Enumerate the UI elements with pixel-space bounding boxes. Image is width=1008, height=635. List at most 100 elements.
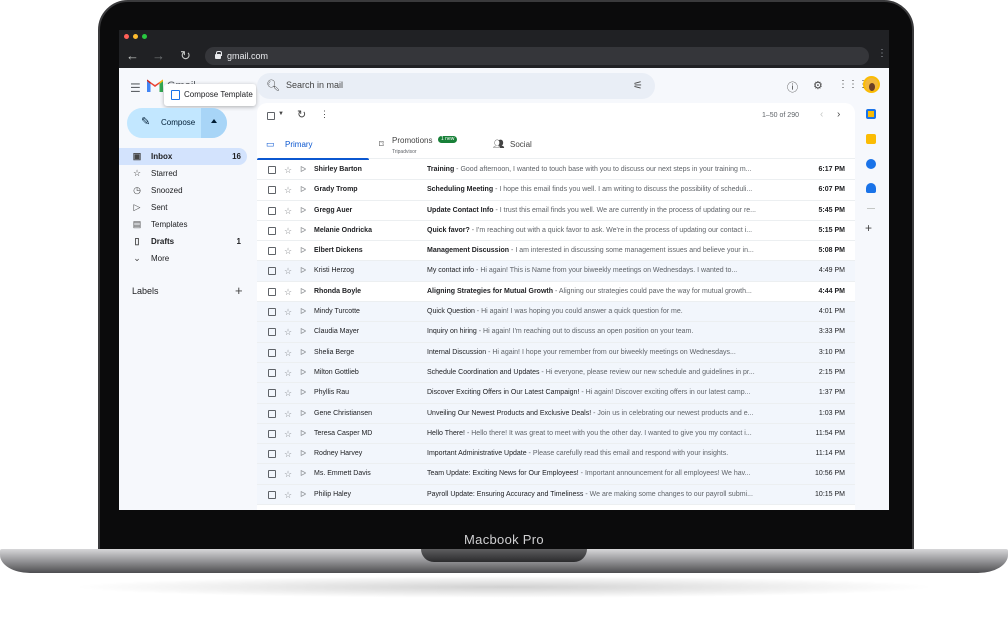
address-bar[interactable]: gmail.com [205, 47, 869, 65]
compose-options-button[interactable] [201, 108, 227, 138]
search-options-icon[interactable]: ⚟ [633, 79, 643, 92]
search-bar[interactable]: 🔍︎ Search in mail ⚟ [257, 73, 655, 99]
browser-menu-icon[interactable]: ⋮ [877, 48, 887, 59]
row-checkbox[interactable] [268, 429, 276, 438]
email-row[interactable]: ☆ ᐅ Teresa Casper MD Hello There! - Hello t… [257, 423, 855, 445]
select-caret-icon[interactable]: ▼ [278, 111, 284, 117]
more-actions-icon[interactable]: ⋮ [320, 109, 329, 120]
star-icon[interactable]: ☆ [284, 404, 292, 424]
row-checkbox[interactable] [268, 348, 276, 357]
gmail-logo-icon[interactable] [147, 79, 163, 92]
previous-page-icon[interactable]: ‹ [820, 109, 823, 120]
star-icon[interactable]: ☆ [284, 241, 292, 261]
sidebar-item-drafts[interactable]: ▯ Drafts 1 [119, 233, 247, 250]
keep-icon[interactable] [866, 134, 876, 144]
row-checkbox[interactable] [268, 206, 276, 215]
minimize-window-button[interactable] [133, 34, 138, 39]
important-marker-icon[interactable]: ᐅ [300, 261, 306, 281]
important-marker-icon[interactable]: ᐅ [300, 221, 306, 241]
tab-primary[interactable]: ▭ Primary [257, 129, 369, 160]
important-marker-icon[interactable]: ᐅ [300, 302, 306, 322]
email-row[interactable]: ☆ ᐅ Gregg Auer Update Contact Info - I trus… [257, 200, 855, 221]
help-icon[interactable]: ⓘ [787, 79, 798, 95]
important-marker-icon[interactable]: ᐅ [300, 180, 306, 200]
important-marker-icon[interactable]: ᐅ [300, 383, 306, 403]
important-marker-icon[interactable]: ᐅ [300, 160, 306, 180]
compose-template-tooltip[interactable]: Compose Template [164, 84, 256, 106]
row-checkbox[interactable] [268, 470, 276, 479]
star-icon[interactable]: ☆ [284, 485, 292, 505]
back-arrow-icon[interactable]: ← [126, 49, 139, 63]
row-checkbox[interactable] [268, 226, 276, 235]
main-menu-icon[interactable]: ☰ [130, 81, 141, 95]
sidebar-item-starred[interactable]: ☆ Starred [119, 165, 247, 182]
forward-arrow-icon[interactable]: → [152, 49, 165, 63]
important-marker-icon[interactable]: ᐅ [300, 404, 306, 424]
close-window-button[interactable] [124, 34, 129, 39]
important-marker-icon[interactable]: ᐅ [300, 363, 306, 383]
row-checkbox[interactable] [268, 328, 276, 337]
row-checkbox[interactable] [268, 308, 276, 317]
email-row[interactable]: ☆ ᐅ Rodney Harvey Important Administrative … [257, 444, 855, 465]
search-input[interactable]: Search in mail [286, 80, 343, 90]
maximize-window-button[interactable] [142, 34, 147, 39]
important-marker-icon[interactable]: ᐅ [300, 485, 306, 505]
important-marker-icon[interactable]: ᐅ [300, 444, 306, 464]
row-checkbox[interactable] [268, 490, 276, 499]
star-icon[interactable]: ☆ [284, 302, 292, 322]
row-checkbox[interactable] [268, 368, 276, 377]
row-checkbox[interactable] [268, 166, 276, 174]
row-checkbox[interactable] [268, 186, 276, 195]
row-checkbox[interactable] [268, 450, 276, 459]
email-row[interactable]: ☆ ᐅ Elbert Dickens Management Discussion - … [257, 241, 855, 262]
sidebar-item-inbox[interactable]: ▣ Inbox 16 [119, 148, 247, 165]
add-addon-icon[interactable]: + [865, 221, 872, 235]
row-checkbox[interactable] [268, 247, 276, 256]
search-icon[interactable]: 🔍︎ [266, 79, 280, 92]
tasks-icon[interactable] [866, 159, 876, 169]
tab-promotions[interactable]: ⌑ Promotions 1 new Tripadvisor [375, 129, 487, 159]
star-icon[interactable]: ☆ [284, 322, 292, 342]
email-row[interactable]: ☆ ᐅ Shelia Berge Internal Discussion - Hi a… [257, 342, 855, 363]
row-checkbox[interactable] [268, 267, 276, 276]
important-marker-icon[interactable]: ᐅ [300, 343, 306, 363]
important-marker-icon[interactable]: ᐅ [300, 464, 306, 484]
account-avatar[interactable] [863, 76, 880, 93]
tab-social[interactable]: 👥︎ Social [493, 129, 605, 159]
email-row[interactable]: ☆ ᐅ Phyllis Rau Discover Exciting Offers in… [257, 383, 855, 404]
email-row[interactable]: ☆ ᐅ Shirley Barton Training - Good afternoo… [257, 160, 855, 181]
important-marker-icon[interactable]: ᐅ [300, 424, 306, 444]
email-row[interactable]: ☆ ᐅ Ms. Emmett Davis Team Update: Exciting … [257, 464, 855, 485]
star-icon[interactable]: ☆ [284, 464, 292, 484]
email-row[interactable]: ☆ ᐅ Gene Christiansen Unveiling Our Newest … [257, 403, 855, 424]
settings-gear-icon[interactable]: ⚙ [813, 79, 823, 92]
star-icon[interactable]: ☆ [284, 282, 292, 302]
email-row[interactable]: ☆ ᐅ Kristi Herzog My contact info - Hi agai… [257, 261, 855, 282]
email-row[interactable]: ☆ ᐅ Claudia Mayer Inquiry on hiring - Hi ag… [257, 322, 855, 343]
row-checkbox[interactable] [268, 287, 276, 296]
important-marker-icon[interactable]: ᐅ [300, 282, 306, 302]
important-marker-icon[interactable]: ᐅ [300, 322, 306, 342]
star-icon[interactable]: ☆ [284, 261, 292, 281]
star-icon[interactable]: ☆ [284, 160, 292, 180]
reload-icon[interactable]: ↻ [180, 49, 191, 63]
row-checkbox[interactable] [268, 409, 276, 418]
sidebar-item-templates[interactable]: ▤ Templates [119, 216, 247, 233]
star-icon[interactable]: ☆ [284, 363, 292, 383]
sidebar-item-snoozed[interactable]: ◷ Snoozed [119, 182, 247, 199]
star-icon[interactable]: ☆ [284, 221, 292, 241]
email-row[interactable]: ☆ ᐅ Milton Gottlieb Schedule Coordination a… [257, 362, 855, 384]
sidebar-item-more[interactable]: ⌄ More [119, 250, 247, 267]
compose-button[interactable]: ✎ Compose [127, 108, 227, 138]
important-marker-icon[interactable]: ᐅ [300, 201, 306, 221]
important-marker-icon[interactable]: ᐅ [300, 241, 306, 261]
email-row[interactable]: ☆ ᐅ Mindy Turcotte Quick Question - Hi agai… [257, 302, 855, 323]
email-row[interactable]: ☆ ᐅ Philip Haley Payroll Update: Ensuring A… [257, 484, 855, 506]
row-checkbox[interactable] [268, 389, 276, 398]
sidebar-item-sent[interactable]: ▷ Sent [119, 199, 247, 216]
star-icon[interactable]: ☆ [284, 444, 292, 464]
next-page-icon[interactable]: › [837, 109, 840, 120]
email-row[interactable]: ☆ ᐅ Rhonda Boyle Aligning Strategies for Mu… [257, 281, 855, 303]
star-icon[interactable]: ☆ [284, 383, 292, 403]
email-row[interactable]: ☆ ᐅ Grady Tromp Scheduling Meeting - I hope… [257, 180, 855, 201]
